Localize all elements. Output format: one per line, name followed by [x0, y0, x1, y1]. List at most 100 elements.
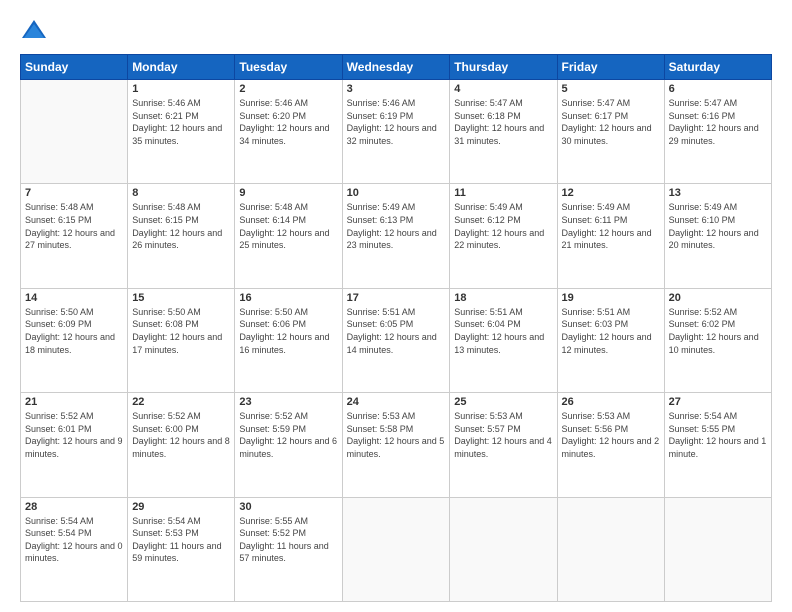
day-number: 8	[132, 187, 230, 199]
day-info: Sunrise: 5:48 AMSunset: 6:14 PMDaylight:…	[239, 201, 337, 251]
day-number: 13	[669, 187, 767, 199]
day-info: Sunrise: 5:47 AMSunset: 6:17 PMDaylight:…	[562, 97, 660, 147]
weekday-header-saturday: Saturday	[664, 55, 771, 80]
calendar-cell: 19Sunrise: 5:51 AMSunset: 6:03 PMDayligh…	[557, 288, 664, 392]
calendar-cell: 10 Sunrise: 5:49 AMSunset: 6:13 PMDayligh…	[342, 184, 450, 288]
logo	[20, 16, 50, 44]
day-number: 2	[239, 83, 337, 95]
day-info: Sunrise: 5:48 AMSunset: 6:15 PMDaylight:…	[25, 201, 123, 251]
day-info: Sunrise: 5:50 AMSunset: 6:06 PMDaylight:…	[239, 306, 337, 356]
calendar-cell	[342, 497, 450, 601]
day-number: 21	[25, 396, 123, 408]
calendar-cell: 8 Sunrise: 5:48 AMSunset: 6:15 PMDaylight…	[128, 184, 235, 288]
day-info: Sunrise: 5:49 AMSunset: 6:13 PMDaylight:…	[347, 201, 446, 251]
day-number: 10	[347, 187, 446, 199]
calendar-cell: 25 Sunrise: 5:53 AMSunset: 5:57 PMDayligh…	[450, 393, 557, 497]
weekday-header-row: SundayMondayTuesdayWednesdayThursdayFrid…	[21, 55, 772, 80]
calendar-cell: 22 Sunrise: 5:52 AMSunset: 6:00 PMDayligh…	[128, 393, 235, 497]
day-number: 25	[454, 396, 552, 408]
day-info: Sunrise: 5:49 AMSunset: 6:12 PMDaylight:…	[454, 201, 552, 251]
calendar-cell: 15 Sunrise: 5:50 AMSunset: 6:08 PMDayligh…	[128, 288, 235, 392]
day-info: Sunrise: 5:47 AMSunset: 6:18 PMDaylight:…	[454, 97, 552, 147]
day-info: Sunrise: 5:50 AMSunset: 6:09 PMDaylight:…	[25, 306, 123, 356]
day-info: Sunrise: 5:51 AMSunset: 6:03 PMDaylight:…	[562, 306, 660, 356]
day-number: 12	[562, 187, 660, 199]
calendar-cell: 11 Sunrise: 5:49 AMSunset: 6:12 PMDayligh…	[450, 184, 557, 288]
day-info: Sunrise: 5:54 AMSunset: 5:55 PMDaylight:…	[669, 410, 767, 460]
calendar-cell: 9 Sunrise: 5:48 AMSunset: 6:14 PMDaylight…	[235, 184, 342, 288]
day-number: 9	[239, 187, 337, 199]
day-number: 28	[25, 501, 123, 513]
day-info: Sunrise: 5:47 AMSunset: 6:16 PMDaylight:…	[669, 97, 767, 147]
day-number: 7	[25, 187, 123, 199]
day-info: Sunrise: 5:52 AMSunset: 6:00 PMDaylight:…	[132, 410, 230, 460]
calendar-cell	[557, 497, 664, 601]
calendar-week-1: 1 Sunrise: 5:46 AMSunset: 6:21 PMDaylight…	[21, 80, 772, 184]
day-info: Sunrise: 5:46 AMSunset: 6:20 PMDaylight:…	[239, 97, 337, 147]
day-number: 24	[347, 396, 446, 408]
page: SundayMondayTuesdayWednesdayThursdayFrid…	[0, 0, 792, 612]
calendar-cell: 17 Sunrise: 5:51 AMSunset: 6:05 PMDayligh…	[342, 288, 450, 392]
calendar-week-4: 21 Sunrise: 5:52 AMSunset: 6:01 PMDayligh…	[21, 393, 772, 497]
calendar-week-5: 28Sunrise: 5:54 AMSunset: 5:54 PMDayligh…	[21, 497, 772, 601]
day-info: Sunrise: 5:53 AMSunset: 5:56 PMDaylight:…	[562, 410, 660, 460]
day-info: Sunrise: 5:52 AMSunset: 6:01 PMDaylight:…	[25, 410, 123, 460]
day-info: Sunrise: 5:50 AMSunset: 6:08 PMDaylight:…	[132, 306, 230, 356]
calendar-cell	[21, 80, 128, 184]
day-number: 16	[239, 292, 337, 304]
day-info: Sunrise: 5:52 AMSunset: 6:02 PMDaylight:…	[669, 306, 767, 356]
day-number: 18	[454, 292, 552, 304]
weekday-header-friday: Friday	[557, 55, 664, 80]
day-info: Sunrise: 5:55 AMSunset: 5:52 PMDaylight:…	[239, 515, 337, 565]
day-info: Sunrise: 5:53 AMSunset: 5:58 PMDaylight:…	[347, 410, 446, 460]
calendar-cell: 23 Sunrise: 5:52 AMSunset: 5:59 PMDayligh…	[235, 393, 342, 497]
day-info: Sunrise: 5:46 AMSunset: 6:19 PMDaylight:…	[347, 97, 446, 147]
weekday-header-wednesday: Wednesday	[342, 55, 450, 80]
day-number: 17	[347, 292, 446, 304]
calendar-week-3: 14 Sunrise: 5:50 AMSunset: 6:09 PMDayligh…	[21, 288, 772, 392]
calendar-cell: 29Sunrise: 5:54 AMSunset: 5:53 PMDayligh…	[128, 497, 235, 601]
calendar-cell: 5Sunrise: 5:47 AMSunset: 6:17 PMDaylight…	[557, 80, 664, 184]
calendar-cell: 24 Sunrise: 5:53 AMSunset: 5:58 PMDayligh…	[342, 393, 450, 497]
weekday-header-thursday: Thursday	[450, 55, 557, 80]
day-number: 4	[454, 83, 552, 95]
day-number: 11	[454, 187, 552, 199]
day-number: 3	[347, 83, 446, 95]
calendar-cell: 14 Sunrise: 5:50 AMSunset: 6:09 PMDayligh…	[21, 288, 128, 392]
calendar-week-2: 7 Sunrise: 5:48 AMSunset: 6:15 PMDaylight…	[21, 184, 772, 288]
logo-icon	[20, 16, 48, 44]
day-info: Sunrise: 5:53 AMSunset: 5:57 PMDaylight:…	[454, 410, 552, 460]
day-number: 23	[239, 396, 337, 408]
calendar-cell: 26 Sunrise: 5:53 AMSunset: 5:56 PMDayligh…	[557, 393, 664, 497]
day-info: Sunrise: 5:51 AMSunset: 6:05 PMDaylight:…	[347, 306, 446, 356]
day-info: Sunrise: 5:52 AMSunset: 5:59 PMDaylight:…	[239, 410, 337, 460]
day-info: Sunrise: 5:49 AMSunset: 6:11 PMDaylight:…	[562, 201, 660, 251]
day-number: 1	[132, 83, 230, 95]
calendar-cell	[450, 497, 557, 601]
day-info: Sunrise: 5:46 AMSunset: 6:21 PMDaylight:…	[132, 97, 230, 147]
day-number: 22	[132, 396, 230, 408]
weekday-header-tuesday: Tuesday	[235, 55, 342, 80]
calendar-cell: 16 Sunrise: 5:50 AMSunset: 6:06 PMDayligh…	[235, 288, 342, 392]
calendar-cell: 6 Sunrise: 5:47 AMSunset: 6:16 PMDaylight…	[664, 80, 771, 184]
day-info: Sunrise: 5:48 AMSunset: 6:15 PMDaylight:…	[132, 201, 230, 251]
calendar-cell: 1 Sunrise: 5:46 AMSunset: 6:21 PMDaylight…	[128, 80, 235, 184]
calendar-cell	[664, 497, 771, 601]
day-number: 14	[25, 292, 123, 304]
calendar-cell: 30Sunrise: 5:55 AMSunset: 5:52 PMDayligh…	[235, 497, 342, 601]
day-number: 26	[562, 396, 660, 408]
day-number: 6	[669, 83, 767, 95]
calendar-cell: 12 Sunrise: 5:49 AMSunset: 6:11 PMDayligh…	[557, 184, 664, 288]
calendar-cell: 21 Sunrise: 5:52 AMSunset: 6:01 PMDayligh…	[21, 393, 128, 497]
day-number: 15	[132, 292, 230, 304]
calendar-cell: 7 Sunrise: 5:48 AMSunset: 6:15 PMDaylight…	[21, 184, 128, 288]
calendar-cell: 28Sunrise: 5:54 AMSunset: 5:54 PMDayligh…	[21, 497, 128, 601]
day-number: 27	[669, 396, 767, 408]
calendar-cell: 4 Sunrise: 5:47 AMSunset: 6:18 PMDaylight…	[450, 80, 557, 184]
day-info: Sunrise: 5:51 AMSunset: 6:04 PMDaylight:…	[454, 306, 552, 356]
calendar-table: SundayMondayTuesdayWednesdayThursdayFrid…	[20, 54, 772, 602]
day-number: 29	[132, 501, 230, 513]
calendar-cell: 18 Sunrise: 5:51 AMSunset: 6:04 PMDayligh…	[450, 288, 557, 392]
day-number: 20	[669, 292, 767, 304]
calendar-cell: 13Sunrise: 5:49 AMSunset: 6:10 PMDayligh…	[664, 184, 771, 288]
